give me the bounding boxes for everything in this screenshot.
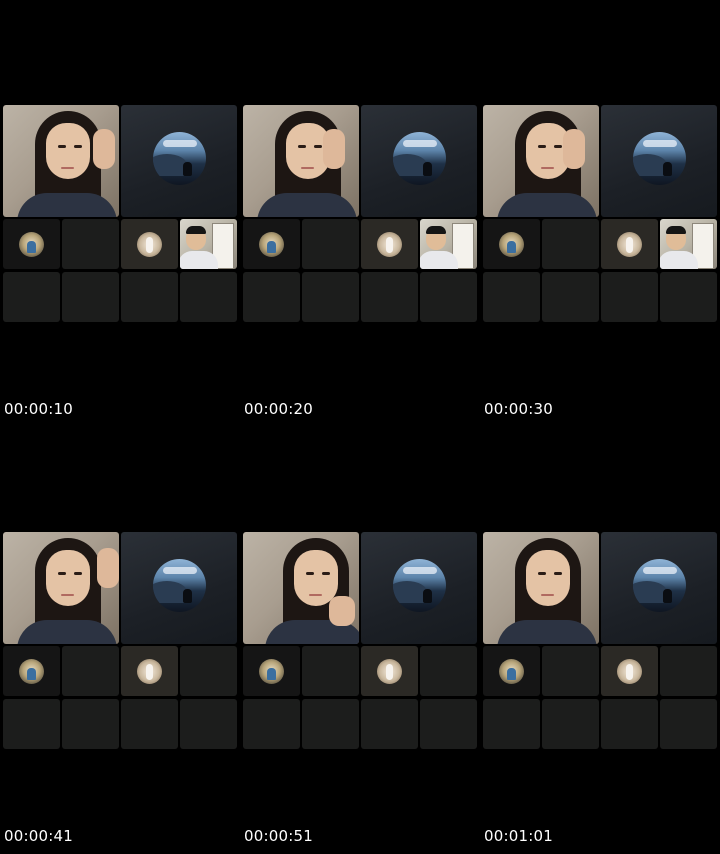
participant-video-icon	[497, 111, 597, 217]
participant-tile[interactable]	[3, 646, 60, 696]
empty-tile	[660, 646, 717, 696]
empty-tile	[483, 699, 540, 749]
profile-avatar-icon	[19, 232, 44, 257]
participant-video-icon	[17, 538, 119, 644]
timestamp-label: 00:01:01	[484, 827, 553, 845]
participant-video-icon	[257, 111, 357, 217]
participant-video-main[interactable]	[3, 105, 119, 217]
empty-tile	[420, 699, 477, 749]
participant-tile[interactable]	[243, 646, 300, 696]
profile-avatar-icon	[377, 232, 402, 257]
empty-tile	[420, 646, 477, 696]
profile-avatar-icon	[137, 659, 162, 684]
participant-avatar-tile[interactable]	[121, 105, 237, 217]
empty-tile	[542, 272, 599, 322]
profile-avatar-icon	[617, 232, 642, 257]
empty-tile	[180, 272, 237, 322]
participant-video-main[interactable]	[3, 532, 119, 644]
participant-avatar-tile[interactable]	[601, 532, 717, 644]
empty-tile	[121, 272, 178, 322]
empty-tile	[62, 272, 119, 322]
profile-avatar-icon	[617, 659, 642, 684]
profile-avatar-icon	[259, 232, 284, 257]
empty-tile	[302, 699, 359, 749]
empty-tile	[542, 699, 599, 749]
empty-tile	[302, 272, 359, 322]
participant-avatar-tile[interactable]	[361, 532, 477, 644]
participant-tile[interactable]	[361, 646, 418, 696]
empty-tile	[542, 646, 599, 696]
empty-tile	[3, 699, 60, 749]
profile-avatar-icon	[259, 659, 284, 684]
empty-tile	[180, 646, 237, 696]
participant-tile[interactable]	[601, 219, 658, 269]
empty-tile	[121, 699, 178, 749]
empty-tile	[361, 699, 418, 749]
timestamp-label: 00:00:10	[4, 400, 73, 418]
participant-tile[interactable]	[3, 219, 60, 269]
timestamp-label: 00:00:41	[4, 827, 73, 845]
empty-tile	[361, 272, 418, 322]
participant-tile[interactable]	[361, 219, 418, 269]
empty-tile	[62, 699, 119, 749]
empty-tile	[243, 272, 300, 322]
empty-tile	[420, 272, 477, 322]
participant-tile[interactable]	[121, 646, 178, 696]
participant-tile[interactable]	[121, 219, 178, 269]
participant-tile[interactable]	[483, 646, 540, 696]
participant-video-tile[interactable]	[180, 219, 237, 269]
participant-tile[interactable]	[483, 219, 540, 269]
empty-tile	[542, 219, 599, 269]
empty-tile	[3, 272, 60, 322]
empty-tile	[243, 699, 300, 749]
empty-tile	[483, 272, 540, 322]
participant-tile[interactable]	[601, 646, 658, 696]
participant-avatar-tile[interactable]	[601, 105, 717, 217]
landscape-avatar-icon	[393, 132, 446, 185]
participant-video-main[interactable]	[243, 532, 359, 644]
empty-tile	[62, 219, 119, 269]
timestamp-label: 00:00:51	[244, 827, 313, 845]
timestamp-label: 00:00:20	[244, 400, 313, 418]
participant-video-icon	[265, 538, 359, 644]
participant-tile[interactable]	[243, 219, 300, 269]
profile-avatar-icon	[499, 232, 524, 257]
profile-avatar-icon	[499, 659, 524, 684]
empty-tile	[302, 646, 359, 696]
profile-avatar-icon	[19, 659, 44, 684]
empty-tile	[660, 699, 717, 749]
empty-tile	[180, 699, 237, 749]
participant-avatar-tile[interactable]	[361, 105, 477, 217]
participant-video-tile[interactable]	[660, 219, 717, 269]
empty-tile	[660, 272, 717, 322]
landscape-avatar-icon	[633, 132, 686, 185]
landscape-avatar-icon	[633, 559, 686, 612]
participant-avatar-tile[interactable]	[121, 532, 237, 644]
empty-tile	[302, 219, 359, 269]
empty-tile	[601, 272, 658, 322]
timestamp-label: 00:00:30	[484, 400, 553, 418]
participant-video-main[interactable]	[483, 532, 599, 644]
participant-video-main[interactable]	[483, 105, 599, 217]
profile-avatar-icon	[137, 232, 162, 257]
empty-tile	[601, 699, 658, 749]
profile-avatar-icon	[377, 659, 402, 684]
participant-video-main[interactable]	[243, 105, 359, 217]
participant-video-tile[interactable]	[420, 219, 477, 269]
empty-tile	[62, 646, 119, 696]
participant-video-icon	[497, 538, 597, 644]
landscape-avatar-icon	[153, 559, 206, 612]
participant-video-icon	[17, 111, 117, 217]
landscape-avatar-icon	[393, 559, 446, 612]
landscape-avatar-icon	[153, 132, 206, 185]
